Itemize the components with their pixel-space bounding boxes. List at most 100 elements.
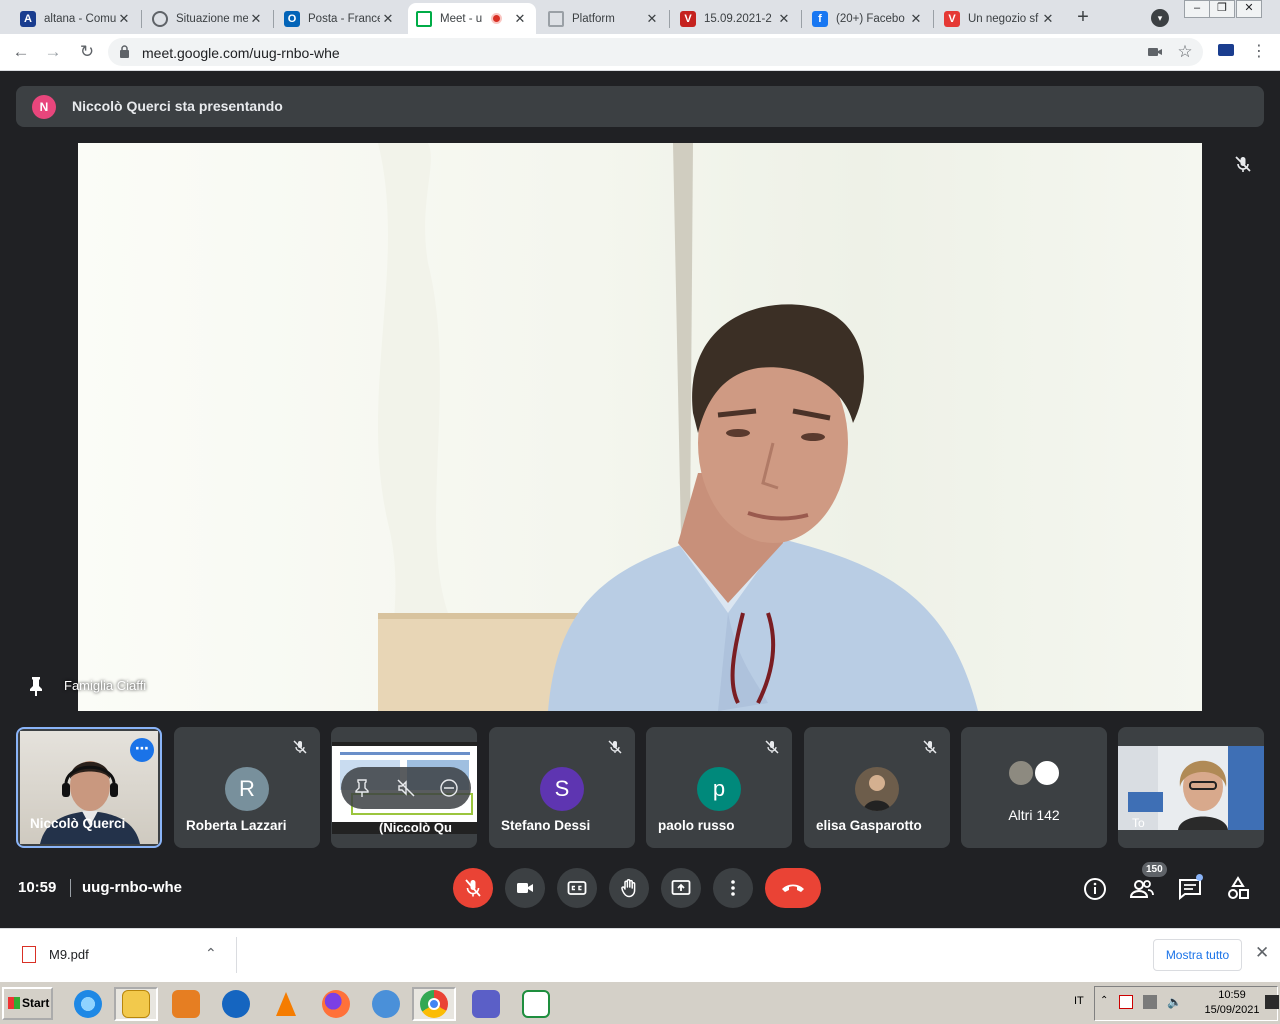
v-red-icon: V	[944, 10, 960, 27]
network-tray-icon[interactable]	[1143, 995, 1157, 1009]
captions-button[interactable]	[557, 868, 597, 908]
video-camera-icon	[517, 883, 533, 893]
muted-mic-icon	[293, 740, 307, 754]
presenting-text: Niccolò Querci sta presentando	[72, 98, 283, 114]
new-tab-icon[interactable]: +	[1072, 6, 1094, 28]
tab-search-icon[interactable]: ▾	[1151, 9, 1169, 27]
chrome-icon[interactable]	[412, 987, 456, 1021]
tab-close-icon[interactable]: ✕	[248, 11, 264, 27]
tab-item[interactable]: V 15.09.2021-2 ✕	[672, 3, 800, 34]
participant-mini-avatar	[1033, 759, 1061, 787]
camera-toggle-button[interactable]	[505, 868, 545, 908]
chevron-up-icon[interactable]: ⌃	[205, 945, 217, 962]
desktop-tray-icon[interactable]	[1265, 995, 1279, 1009]
microphone-toggle-button[interactable]	[453, 868, 493, 908]
download-file-name[interactable]: M9.pdf	[49, 947, 89, 962]
back-arrow-icon[interactable]: ←	[10, 41, 32, 63]
restore-icon[interactable]: ❐	[1209, 0, 1235, 18]
tile-roberta-lazzari[interactable]: R Roberta Lazzari	[174, 727, 320, 848]
close-icon[interactable]: ✕	[1255, 943, 1269, 963]
teams-icon[interactable]	[464, 987, 508, 1021]
clock-time: 10:59	[1218, 989, 1246, 1001]
people-icon[interactable]	[1129, 876, 1155, 902]
url-text[interactable]: meet.google.com/uug-rnbo-whe	[142, 45, 340, 61]
leave-call-button[interactable]	[765, 868, 821, 908]
show-all-downloads-button[interactable]: Mostra tutto	[1153, 939, 1242, 971]
participant-avatar-photo	[855, 767, 899, 811]
meeting-time: 10:59	[18, 879, 57, 896]
tab-title: 15.09.2021-2	[704, 12, 772, 25]
tab-close-icon[interactable]: ✕	[908, 11, 924, 27]
tile-self[interactable]: ⋯ Niccolò Querci	[16, 727, 162, 848]
system-clock[interactable]: 10:59 15/09/2021	[1196, 988, 1268, 1018]
start-button[interactable]: Start	[2, 987, 53, 1020]
tab-item[interactable]: Aaltana - Comu ✕	[12, 3, 140, 34]
tab-separator	[141, 10, 142, 28]
altana-a-icon: A	[20, 10, 36, 27]
security-tray-icon[interactable]	[1119, 995, 1133, 1009]
firefox-icon[interactable]	[314, 987, 358, 1021]
tab-item[interactable]: O Posta - France ✕	[276, 3, 404, 34]
clock-date: 15/09/2021	[1204, 1004, 1260, 1016]
participant-name: paolo russo	[658, 818, 735, 833]
tab-item[interactable]: V Un negozio sf ✕	[936, 3, 1064, 34]
browser-menu-icon[interactable]: ⋮	[1250, 40, 1268, 64]
pin-icon[interactable]	[27, 676, 45, 696]
tab-title: Un negozio sf	[968, 12, 1039, 25]
minimize-icon[interactable]: –	[1184, 0, 1210, 18]
tile-elisa-gasparotto[interactable]: elisa Gasparotto	[804, 727, 950, 848]
present-screen-button[interactable]	[661, 868, 701, 908]
outlook-icon: O	[284, 10, 300, 27]
participant-name: Roberta Lazzari	[186, 818, 287, 833]
speaker-muted-icon[interactable]	[396, 778, 416, 798]
address-bar[interactable]: meet.google.com/uug-rnbo-whe ☆	[108, 38, 1203, 66]
reload-icon[interactable]: ↻	[76, 41, 98, 63]
tab-item[interactable]: f (20+) Facebo ✕	[804, 3, 932, 34]
camera-blocked-icon[interactable]	[1146, 43, 1164, 61]
lock-icon	[120, 45, 129, 58]
divider	[70, 879, 71, 897]
tab-title: Situazione me	[176, 12, 248, 25]
vlc-icon[interactable]	[264, 987, 308, 1021]
speaker-video-image	[378, 143, 978, 711]
tab-close-icon[interactable]: ✕	[380, 11, 396, 27]
tile-others[interactable]: Altri 142	[961, 727, 1107, 848]
language-indicator[interactable]: IT	[1074, 995, 1084, 1007]
meeting-info-icon[interactable]	[1082, 876, 1108, 902]
tab-close-icon[interactable]: ✕	[1040, 11, 1056, 27]
more-options-icon[interactable]: ⋯	[130, 738, 154, 762]
volume-icon[interactable]: 🔈	[1167, 995, 1182, 1009]
tile-paolo-russo[interactable]: p paolo russo	[646, 727, 792, 848]
forward-arrow-icon[interactable]: →	[42, 41, 64, 63]
others-count-label: Altri 142	[1008, 807, 1060, 823]
media-player-icon[interactable]	[164, 987, 208, 1021]
file-explorer-icon[interactable]	[114, 987, 158, 1021]
tab-item[interactable]: Meet - u ✕	[408, 3, 536, 34]
tile-video-participant[interactable]: To	[1118, 727, 1264, 848]
os-taskbar: Start IT ⌃ 🔈 10:59 15/09/2021	[0, 981, 1280, 1024]
tab-close-icon[interactable]: ✕	[116, 11, 132, 27]
bookmark-star-icon[interactable]: ☆	[1176, 43, 1194, 61]
spreadsheet-icon[interactable]	[514, 987, 558, 1021]
app-s-icon[interactable]	[214, 987, 258, 1021]
network-app-icon[interactable]	[364, 987, 408, 1021]
participant-avatar: p	[697, 767, 741, 811]
pin-icon[interactable]	[352, 778, 372, 798]
activities-icon[interactable]	[1225, 876, 1251, 902]
raise-hand-button[interactable]	[609, 868, 649, 908]
tab-close-icon[interactable]: ✕	[776, 11, 792, 27]
extension-flag-icon[interactable]	[1218, 44, 1234, 56]
participant-avatar: S	[540, 767, 584, 811]
tab-item[interactable]: Situazione me ✕	[144, 3, 272, 34]
tile-stefano-dessi[interactable]: S Stefano Dessi	[489, 727, 635, 848]
more-options-button[interactable]	[713, 868, 753, 908]
tile-screen-share[interactable]: (Niccolò Qu	[331, 727, 477, 848]
remove-icon[interactable]	[439, 778, 459, 798]
tab-item[interactable]: Platform ✕	[540, 3, 668, 34]
internet-explorer-icon[interactable]	[66, 987, 110, 1021]
tab-close-icon[interactable]: ✕	[512, 11, 528, 27]
participant-name: Niccolò Querci	[30, 816, 126, 831]
tray-expand-icon[interactable]: ⌃	[1100, 995, 1114, 1009]
close-window-icon[interactable]: ✕	[1236, 0, 1262, 18]
tab-close-icon[interactable]: ✕	[644, 11, 660, 27]
